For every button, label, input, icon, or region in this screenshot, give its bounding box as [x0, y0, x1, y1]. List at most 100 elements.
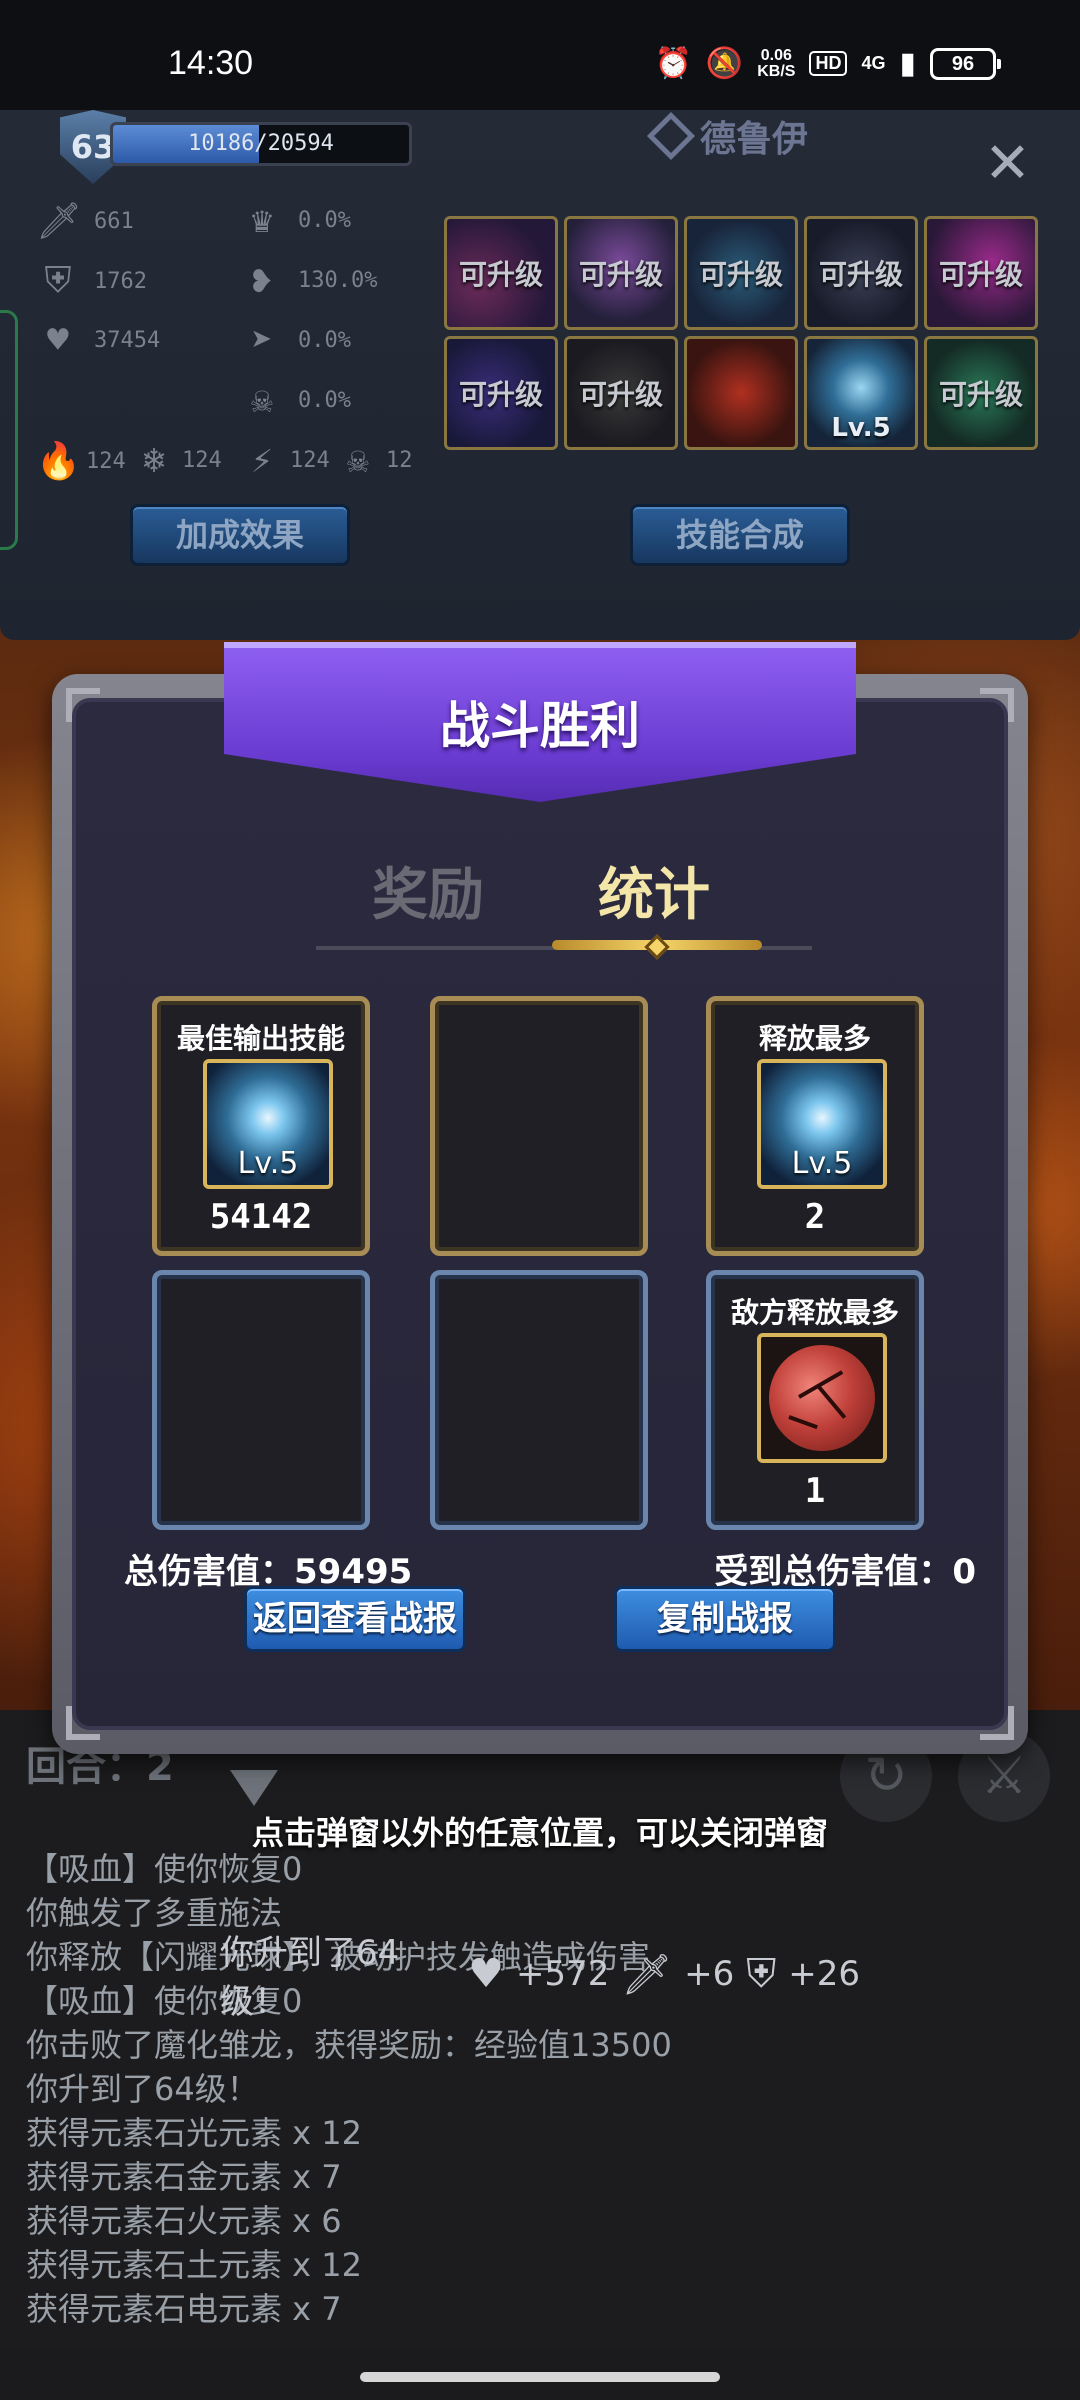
stat-resist-value: 0.0% [298, 388, 351, 413]
stat-hp-value: 37454 [94, 328, 161, 353]
signal-bars-icon: ▮ [899, 47, 916, 80]
hero-name: 德鲁伊 [646, 110, 809, 162]
log-line: 获得元素石光元素 x 12 [26, 2114, 363, 2152]
stat-lifesteal: ❥ 130.0% [240, 260, 377, 301]
log-line: 你升到了64级！ [26, 2070, 259, 2108]
stat-ice: ❄ 124 [132, 440, 222, 481]
card-level: Lv.5 [237, 1146, 299, 1181]
skill-slot[interactable]: Lv.5 [804, 336, 918, 450]
battle-log[interactable]: 回合：2 ↻ ⚔ 【吸血】使你恢复0 你触发了多重施法 你释放【闪耀光球】，被动… [0, 1710, 1080, 2350]
skill-label: 可升级 [578, 258, 663, 291]
net-speed-unit: KB/S [757, 62, 796, 80]
skill-label: 可升级 [698, 258, 783, 291]
xp-text: 10186/20594 [188, 131, 334, 156]
card-title: 释放最多 [758, 1022, 871, 1055]
card-value: 54142 [209, 1197, 313, 1237]
card-title: 敌方释放最多 [730, 1296, 899, 1329]
hero-name-label: 德鲁伊 [700, 119, 809, 160]
skill-grid: 可升级 可升级 可升级 可升级 可升级 可升级 可升级 Lv.5 可升级 [444, 216, 1038, 450]
best-output-card: 最佳输出技能 Lv.5 54142 [152, 996, 370, 1256]
victory-title: 战斗胜利 [440, 697, 640, 755]
snowflake-icon: ❄ [143, 440, 165, 481]
levelup-atk: +6 [684, 1954, 735, 1994]
skill-synthesis-button[interactable]: 技能合成 [630, 504, 850, 566]
back-to-report-button[interactable]: 返回查看战报 [244, 1586, 466, 1652]
cracked-orb-icon [757, 1333, 887, 1463]
card-value: 1 [804, 1471, 826, 1511]
light-orb-icon: Lv.5 [203, 1059, 333, 1189]
cracked-orb [769, 1345, 875, 1451]
levelup-hp: +572 [515, 1954, 610, 1994]
stat-resist: ☠ 0.0% [240, 380, 351, 421]
sword-icon: 🗡 [621, 1951, 673, 1998]
home-indicator [0, 2350, 1080, 2400]
skill-slot[interactable]: 可升级 [684, 216, 798, 330]
crack-line [798, 1370, 844, 1399]
stat-lightning: ⚡ 124 [240, 440, 330, 481]
home-bar[interactable] [360, 2372, 720, 2382]
skill-label: 可升级 [938, 378, 1023, 411]
skill-slot[interactable]: 可升级 [924, 336, 1038, 450]
victory-modal: 战斗胜利 奖励 统计 最佳输出技能 Lv.5 54142 释放最多 Lv.5 2… [52, 642, 1028, 1754]
skill-slot[interactable]: 可升级 [444, 336, 558, 450]
skill-label: 可升级 [938, 258, 1023, 291]
levelup-def: +26 [788, 1954, 860, 1994]
copy-report-button[interactable]: 复制战报 [614, 1586, 836, 1652]
skill-slot[interactable] [684, 336, 798, 450]
empty-card [430, 996, 648, 1256]
skill-label: 可升级 [458, 378, 543, 411]
stat-dodge: ➤ 0.0% [240, 320, 351, 361]
log-line: 获得元素石土元素 x 12 [26, 2246, 363, 2284]
stat-defense: ⛨ 1762 [36, 260, 147, 302]
vampire-heart-icon: ❥ [251, 260, 273, 301]
shield-icon: ⛨ [746, 1951, 777, 1997]
class-diamond-icon [646, 111, 696, 161]
enemy-most-cast-card: 敌方释放最多 1 [706, 1270, 924, 1530]
log-line: 获得元素石金元素 x 7 [26, 2158, 342, 2196]
skill-slot[interactable]: 可升级 [924, 216, 1038, 330]
log-line: 获得元素石火元素 x 6 [26, 2202, 342, 2240]
stat-attack: 🗡 661 [36, 200, 134, 242]
levelup-text: 你升到了64级！ [220, 1933, 400, 2022]
stat-lightning-value: 124 [290, 448, 330, 473]
stat-crit-value: 0.0% [298, 208, 351, 233]
crack-line [817, 1385, 847, 1419]
net-speed-value: 0.06 [760, 46, 792, 64]
signal-icon: 4G [861, 53, 886, 73]
xp-bar: 10186/20594 [110, 122, 412, 166]
skull-crossbones-icon: ☠ [347, 440, 369, 481]
most-cast-card: 释放最多 Lv.5 2 [706, 996, 924, 1256]
skill-label: 可升级 [578, 378, 663, 411]
stat-lifesteal-value: 130.0% [298, 268, 378, 293]
levelup-toast: 你升到了64级！ ♥ +572 🗡 +6 ⛨ +26 [220, 1933, 860, 2022]
skill-label: 可升级 [458, 258, 543, 291]
mute-icon: 🔕 [705, 47, 744, 80]
tab-stats[interactable]: 统计 [598, 850, 710, 931]
skill-slot[interactable]: 可升级 [564, 336, 678, 450]
skill-slot[interactable]: 可升级 [804, 216, 918, 330]
hd-icon: HD [809, 51, 848, 76]
status-icons: ⏰ 🔕 0.06 KB/S HD 4G ▮ 96 [655, 46, 1001, 81]
skill-level: Lv.5 [831, 413, 891, 443]
empty-card [152, 1270, 370, 1530]
stat-hp: ♥ 37454 [36, 320, 160, 361]
skill-slot[interactable]: 可升级 [564, 216, 678, 330]
skill-slot[interactable]: 可升级 [444, 216, 558, 330]
boot-icon: ➤ [251, 320, 273, 361]
card-value: 2 [804, 1197, 826, 1237]
stat-poison: ☠ 12 [336, 440, 412, 481]
bonus-effect-button[interactable]: 加成效果 [130, 504, 350, 566]
tab-reward[interactable]: 奖励 [372, 850, 484, 931]
skill-label: 可升级 [818, 258, 903, 291]
stat-crit: ♛ 0.0% [240, 200, 351, 241]
side-tab[interactable] [0, 310, 18, 550]
card-level: Lv.5 [791, 1146, 853, 1181]
close-hint: 点击弹窗以外的任意位置，可以关闭弹窗 [251, 1814, 828, 1852]
sword-icon: 🗡 [36, 201, 82, 242]
character-panel: 63 10186/20594 德鲁伊 ✕ 🗡 661 ⛨ 1762 ♥ 37454 ♛… [0, 110, 1080, 640]
stat-ice-value: 124 [182, 448, 222, 473]
heart-icon: ♥ [468, 1951, 504, 1997]
card-title: 最佳输出技能 [176, 1022, 345, 1055]
close-button[interactable]: ✕ [984, 136, 1031, 192]
heart-icon: ♥ [47, 320, 69, 361]
